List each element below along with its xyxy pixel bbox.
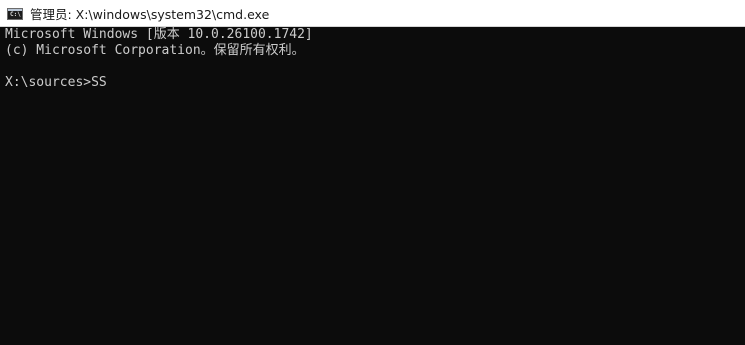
prompt-path: X:\sources>	[5, 75, 92, 90]
command-input[interactable]: SS	[91, 75, 107, 91]
cmd-window: C:\ 管理员: X:\windows\system32\cmd.exe Mic…	[0, 0, 745, 345]
window-title: 管理员: X:\windows\system32\cmd.exe	[30, 6, 270, 22]
title-bar[interactable]: C:\ 管理员: X:\windows\system32\cmd.exe	[0, 0, 745, 27]
icon-prompt-glyph: C:\	[10, 10, 21, 18]
console-line-copyright: (c) Microsoft Corporation。保留所有权利。	[5, 43, 305, 58]
console-line-version: Microsoft Windows [版本 10.0.26100.1742]	[5, 27, 313, 42]
cmd-prompt-icon[interactable]: C:\	[7, 7, 23, 20]
command-prompt-line[interactable]: X:\sources> SS	[5, 75, 745, 91]
console-output[interactable]: Microsoft Windows [版本 10.0.26100.1742] (…	[0, 27, 745, 345]
